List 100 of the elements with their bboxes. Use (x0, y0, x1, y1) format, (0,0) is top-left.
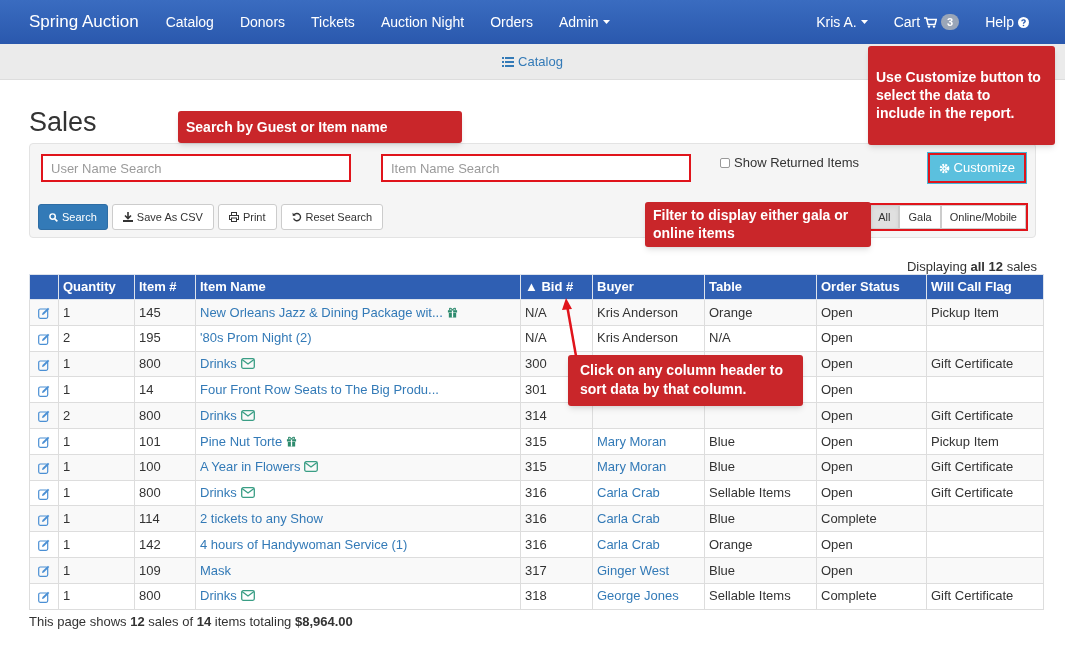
item-link[interactable]: Drinks (200, 407, 237, 423)
table-cell: Pickup Item (926, 299, 1044, 326)
catalog-link[interactable]: Catalog (502, 51, 563, 72)
item-link[interactable]: Drinks (200, 588, 237, 604)
table-cell: 195 (134, 325, 196, 352)
table-cell: 318 (520, 583, 593, 610)
item-link[interactable]: Drinks (200, 485, 237, 501)
table-cell: Sellable Items (704, 480, 817, 506)
table-cell: 315 (520, 428, 593, 455)
table-cell: 1 (58, 428, 135, 455)
table-cell: Open (816, 480, 927, 506)
table-cell: 316 (520, 505, 593, 532)
column-header[interactable]: Buyer (592, 274, 705, 300)
edit-icon[interactable] (38, 565, 50, 578)
envelope-icon (304, 461, 319, 473)
envelope-icon (240, 590, 255, 602)
nav-link[interactable]: Admin (545, 11, 623, 33)
table-cell: Gift Certificate (926, 402, 1044, 429)
column-header[interactable]: Quantity (58, 274, 135, 300)
item-link[interactable]: A Year in Flowers (200, 459, 301, 475)
save-csv-button[interactable]: Save As CSV (111, 204, 214, 230)
caret-icon (860, 20, 868, 24)
table-cell: Open (816, 299, 927, 326)
filter-button[interactable]: All (869, 205, 900, 229)
table-cell: Blue (704, 557, 817, 584)
summary-text: This page shows 12 sales of 14 items totaling $8,964.00 (29, 612, 354, 631)
table-cell: Open (816, 557, 927, 584)
arrow (562, 298, 580, 358)
nav-link[interactable]: Donors (226, 11, 299, 33)
edit-icon[interactable] (38, 590, 50, 603)
nav-link[interactable]: Auction Night (367, 11, 478, 33)
edit-icon[interactable] (38, 436, 50, 449)
user-menu[interactable]: Kris A. (803, 11, 881, 33)
reset-search-button[interactable]: Reset Search (280, 204, 384, 230)
table-cell: Blue (704, 505, 817, 532)
help-icon (1018, 16, 1029, 28)
callout: Use Customize button to select the data to include in the report. (868, 46, 1055, 145)
column-header[interactable]: Item Name (195, 274, 521, 300)
help-link[interactable]: Help (972, 11, 1065, 33)
checkbox[interactable] (720, 157, 730, 168)
gift-icon (286, 435, 298, 447)
edit-icon[interactable] (38, 462, 50, 474)
displaying-count: Displaying all 12 sales (906, 258, 1037, 274)
item-link[interactable]: Pine Nut Torte (200, 433, 283, 449)
search-button[interactable]: Search (38, 204, 108, 230)
table-cell: Open (816, 351, 927, 377)
column-header[interactable]: Table (704, 274, 817, 300)
search-icon (49, 212, 58, 222)
table-cell: 142 (134, 531, 196, 558)
item-name-search-field[interactable]: Item Name Search (381, 154, 691, 182)
cart-link[interactable]: Cart 3 (880, 11, 973, 33)
edit-icon[interactable] (38, 513, 50, 526)
table-cell: 316 (520, 480, 593, 506)
table-cell: Open (816, 454, 927, 481)
column-header[interactable]: ▲ Bid # (520, 274, 593, 300)
nav-link[interactable]: Orders (477, 11, 546, 33)
download-icon (122, 212, 133, 222)
table-cell: 145 (134, 299, 196, 326)
table-cell: Orange (704, 299, 817, 326)
edit-icon[interactable] (38, 410, 50, 423)
filter-button[interactable]: Gala (899, 205, 941, 229)
filter-button[interactable]: Online/Mobile (940, 205, 1026, 229)
table-cell: 14 (134, 376, 196, 403)
table-cell: 1 (58, 505, 135, 532)
edit-icon[interactable] (38, 487, 50, 500)
table-cell: 800 (134, 402, 196, 429)
table-cell: Complete (816, 505, 927, 532)
table-cell: 1 (58, 557, 135, 584)
table-cell: 315 (520, 454, 593, 481)
edit-icon[interactable] (38, 307, 50, 320)
edit-icon[interactable] (38, 384, 50, 397)
print-button[interactable]: Print (217, 204, 277, 230)
column-header[interactable]: Item # (134, 274, 196, 300)
table-cell: Gift Certificate (926, 480, 1044, 506)
cart-count-badge: 3 (941, 14, 960, 30)
table-cell: Open (816, 325, 927, 352)
column-header[interactable]: Will Call Flag (926, 274, 1044, 300)
list-icon (502, 56, 515, 67)
table-cell: 2 (58, 402, 135, 429)
envelope-icon (240, 358, 255, 370)
callout: Search by Guest or Item name (178, 111, 462, 143)
edit-icon[interactable] (38, 333, 50, 345)
nav-link[interactable]: Tickets (298, 11, 368, 33)
table-cell: Blue (704, 454, 817, 481)
table-cell: 2 (58, 325, 135, 352)
item-link[interactable]: Drinks (200, 356, 237, 372)
table-cell: 1 (58, 583, 135, 610)
item-link[interactable]: Mask (200, 562, 232, 578)
table-cell: 1 (58, 351, 135, 377)
table-cell: 114 (134, 505, 196, 532)
nav-link[interactable]: Catalog (152, 11, 227, 33)
column-header[interactable]: Order Status (816, 274, 927, 300)
user-name-search-field[interactable]: User Name Search (41, 154, 351, 182)
undo-icon (291, 212, 302, 222)
table-cell: 800 (134, 480, 196, 506)
brand-link[interactable]: Spring Auction (29, 9, 139, 35)
edit-icon[interactable] (38, 358, 50, 371)
printer-icon (228, 212, 239, 222)
table-cell: Blue (704, 428, 817, 455)
edit-icon[interactable] (38, 539, 50, 552)
